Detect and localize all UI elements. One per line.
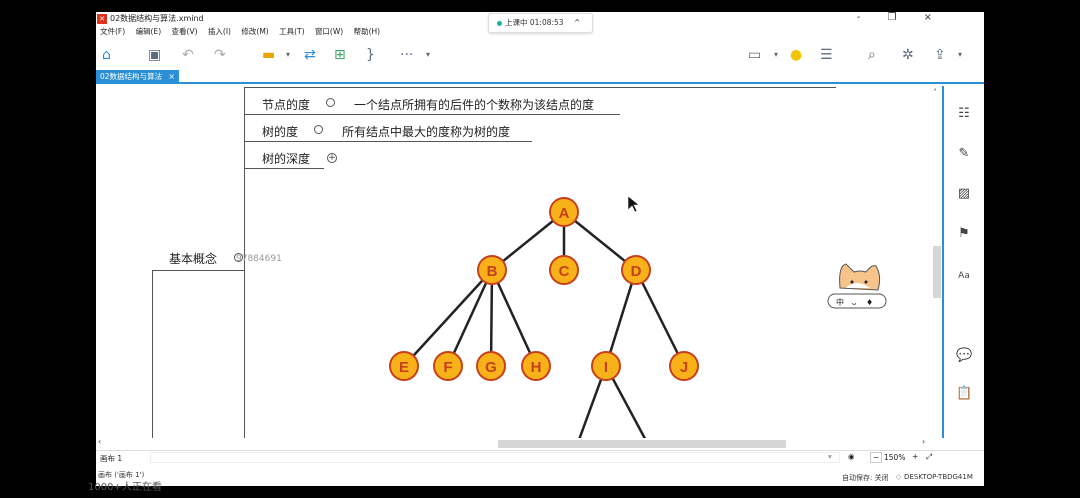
search-icon[interactable]: ⌕ [868, 45, 876, 65]
topic-dropdown-icon[interactable]: ▾ [286, 45, 290, 65]
tree-edge [604, 269, 638, 367]
tab-document[interactable]: 02数据结构与算法 × [96, 70, 179, 84]
share-icon[interactable]: ✲ [902, 45, 914, 65]
menu-help[interactable]: 帮助(H) [354, 26, 381, 37]
window-title: 02数据结构与算法.xmind [110, 14, 204, 23]
live-dot-icon [497, 20, 502, 26]
tree-node-label-d: D [631, 263, 642, 280]
scroll-right-icon[interactable]: › [922, 437, 925, 446]
cat-mascot-icon: 中 ᴗ ♦ [827, 263, 887, 309]
topic-icon[interactable]: ▬ [262, 45, 275, 65]
export-dropdown-icon[interactable]: ▾ [958, 45, 962, 65]
menu-tools[interactable]: 工具(T) [279, 26, 304, 37]
viewer-count: 1000+人正在看 [88, 482, 162, 493]
zoom-level: 150% [884, 453, 906, 462]
more-icon[interactable]: ··· [400, 45, 413, 65]
xmind-window: ✕ 02数据结构与算法.xmind - ❐ × 文件(F) 编辑(E) 查看(V… [96, 12, 984, 486]
save-icon[interactable]: ▣ [148, 45, 161, 65]
zoom-in-button[interactable]: + [912, 452, 918, 461]
computer-icon: ◇ [896, 473, 902, 481]
presentation-dropdown-icon[interactable]: ▾ [774, 45, 778, 65]
sheet-dropdown-icon[interactable]: ▾ [828, 452, 832, 461]
mouse-cursor-icon [627, 195, 640, 213]
tree-node-label-h: H [531, 359, 542, 376]
class-status-label: 上课中 01:08:53 [505, 18, 564, 27]
tree-edge [634, 269, 686, 367]
cat-widget[interactable]: 中 ᴗ ♦ [826, 258, 888, 314]
gantt-icon[interactable]: ☰ [820, 45, 833, 65]
home-icon[interactable]: ⌂ [102, 45, 111, 65]
redo-icon[interactable]: ↷ [214, 45, 226, 65]
tree-node-label-g: G [485, 359, 497, 376]
bilibili-watermark: bilibili [902, 16, 958, 35]
status-bar: 画布 ('画布 1') 自动保存: 关闭 ◇ DESKTOP-TBDG41M [96, 468, 984, 486]
sheet-tab[interactable]: 画布 1 [100, 453, 122, 464]
sheet-tab-strip [150, 452, 840, 463]
tree-edge [446, 269, 494, 367]
tab-bar: 02数据结构与算法 × [96, 70, 984, 84]
autosave-status[interactable]: 自动保存: 关闭 [842, 473, 889, 483]
image-icon[interactable]: ▨ [956, 186, 972, 202]
tree-node-label-j: J [680, 359, 688, 376]
format-brush-icon[interactable]: ✎ [956, 146, 972, 162]
class-status-pill[interactable]: 上课中 01:08:53 ^ [488, 13, 593, 33]
marker-flag-icon[interactable]: ⚑ [956, 226, 972, 242]
task-icon[interactable]: 📋 [956, 386, 972, 402]
menu-insert[interactable]: 插入(I) [208, 26, 231, 37]
vertical-scrollbar-thumb[interactable] [933, 246, 941, 298]
svg-text:ᴗ: ᴗ [852, 299, 856, 307]
tab-label: 02数据结构与算法 [100, 72, 163, 81]
right-side-panel: ☷ ✎ ▨ ⚑ Aa 💬 📋 [946, 86, 984, 448]
text-style-icon[interactable]: Aa [956, 268, 972, 284]
outline-icon[interactable]: ☷ [956, 106, 972, 122]
boundary-icon[interactable]: ⊞ [334, 45, 346, 65]
tree-diagram-image: A B C D E F G H I J [389, 195, 699, 448]
eye-icon[interactable]: ◉ [848, 452, 855, 461]
tree-node-label-e: E [399, 359, 409, 376]
scroll-left-icon[interactable]: ‹ [98, 437, 101, 446]
menu-bar: 文件(F) 编辑(E) 查看(V) 插入(I) 修改(M) 工具(T) 窗口(W… [96, 26, 384, 40]
menu-file[interactable]: 文件(F) [100, 26, 125, 37]
export-icon[interactable]: ⇪ [934, 45, 946, 65]
tree-node-label-b: B [487, 263, 498, 280]
brainstorm-icon[interactable]: ● [790, 45, 802, 65]
svg-text:♦: ♦ [866, 298, 873, 307]
more-dropdown-icon[interactable]: ▾ [426, 45, 430, 65]
tree-node-label-c: C [559, 263, 570, 280]
chevron-up-icon[interactable]: ^ [574, 18, 580, 27]
menu-edit[interactable]: 编辑(E) [136, 26, 162, 37]
tree-edge [490, 269, 538, 367]
close-icon[interactable]: × [168, 72, 174, 81]
undo-icon[interactable]: ↶ [182, 45, 194, 65]
fit-map-icon[interactable]: ⤢ [926, 452, 932, 462]
horizontal-scrollbar-thumb[interactable] [498, 440, 786, 448]
toolbar: ⌂ ▣ ↶ ↷ ▬ ▾ ⇄ ⊞ } ··· ▾ ▭ ▾ ● ☰ ⌕ ✲ ⇪ ▾ [96, 42, 984, 68]
computer-name: DESKTOP-TBDG41M [904, 473, 973, 481]
relationship-icon[interactable]: ⇄ [304, 45, 316, 65]
tree-node-label-i: I [604, 359, 608, 376]
tree-node-label-a: A [559, 205, 570, 222]
comment-icon[interactable]: 💬 [956, 348, 972, 364]
presentation-icon[interactable]: ▭ [748, 45, 761, 65]
horizontal-scrollbar[interactable]: ‹ › [96, 437, 944, 448]
scroll-up-icon[interactable]: ˄ [933, 88, 937, 97]
xmind-logo-icon: ✕ [97, 14, 107, 24]
summary-icon[interactable]: } [366, 45, 375, 65]
svg-text:中: 中 [836, 297, 844, 307]
menu-window[interactable]: 窗口(W) [315, 26, 343, 37]
menu-view[interactable]: 查看(V) [172, 26, 198, 37]
sheet-bar: 画布 1 ▾ ◉ − 150% + ⤢ [96, 450, 984, 464]
zoom-out-button[interactable]: − [870, 452, 883, 463]
mindmap-canvas[interactable]: 节点的度 一个结点所拥有的后件的个数称为该结点的度 树的度 所有结点中最大的度称… [96, 86, 944, 448]
tree-node-label-f: F [443, 359, 452, 376]
menu-modify[interactable]: 修改(M) [241, 26, 268, 37]
